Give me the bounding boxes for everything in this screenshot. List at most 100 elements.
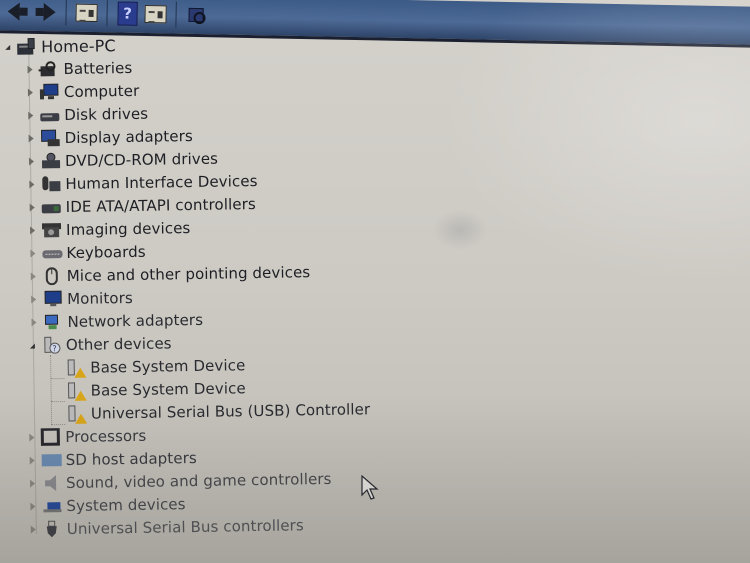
tree-item-label: System devices [66, 495, 186, 516]
warning-icon [74, 367, 87, 378]
expand-expander[interactable] [27, 225, 37, 235]
tree-item-label: Imaging devices [65, 219, 191, 239]
help-icon: ? [117, 1, 138, 26]
expand-expander[interactable] [26, 179, 36, 189]
expand-expander[interactable] [27, 248, 37, 258]
speaker-icon [41, 474, 61, 492]
tree-guide-line [50, 355, 53, 426]
tree-item-computer[interactable]: Computer [25, 80, 140, 104]
tree-item-label: Base System Device [90, 356, 246, 377]
forward-button[interactable] [34, 1, 56, 23]
tree-item-sound-video-and-game-controllers[interactable]: Sound, video and game controllers [27, 468, 332, 495]
warning-device-icon [65, 382, 87, 401]
tree-item-label: Home-PC [41, 35, 116, 56]
camera-icon [41, 221, 62, 239]
scan-for-hardware-changes-button[interactable] [185, 4, 207, 26]
warning-device-icon [66, 405, 88, 424]
tree-item-batteries[interactable]: Batteries [24, 57, 132, 81]
collapse-expander[interactable] [27, 340, 37, 350]
tree-root-home-pc[interactable]: Home-PC [2, 34, 116, 58]
warning-icon [74, 390, 87, 401]
tree-item-ide-ata-atapi-controllers[interactable]: IDE ATA/ATAPI controllers [27, 193, 256, 219]
tree-item-label: Universal Serial Bus controllers [66, 516, 304, 539]
warning-icon [74, 413, 88, 424]
tree-item-label: Keyboards [66, 242, 146, 262]
network-adapter-icon [42, 313, 62, 331]
tree-item-other-devices[interactable]: ? Other devices [27, 332, 172, 356]
expand-expander[interactable] [28, 524, 38, 534]
properties-button[interactable] [144, 3, 167, 25]
battery-icon [38, 60, 58, 78]
scan-hardware-icon [186, 6, 206, 24]
tree-item-monitors[interactable]: Monitors [28, 287, 133, 311]
warning-device-icon [65, 359, 87, 378]
tree-item-label: Monitors [67, 288, 133, 308]
expand-expander[interactable] [26, 432, 36, 442]
tree-item-base-system-device[interactable]: Base System Device [65, 377, 246, 402]
dvd-drive-icon [40, 152, 61, 170]
tree-item-base-system-device[interactable]: Base System Device [65, 354, 245, 379]
ide-controller-icon [41, 198, 61, 216]
tree-item-imaging-devices[interactable]: Imaging devices [27, 217, 191, 242]
disk-drive-icon [39, 106, 60, 124]
monitor-icon [42, 290, 62, 308]
sd-host-icon [41, 451, 62, 469]
expand-expander[interactable] [26, 156, 36, 166]
expand-expander[interactable] [26, 133, 36, 143]
tree-item-dvd-cd-rom-drives[interactable]: DVD/CD-ROM drives [26, 148, 218, 173]
processor-icon [40, 427, 60, 446]
tree-item-universal-serial-bus-controllers[interactable]: Universal Serial Bus controllers [28, 514, 304, 540]
tree-guide-line [50, 378, 65, 380]
keyboard-icon [41, 244, 63, 262]
show-hide-console-tree-button[interactable] [75, 2, 98, 24]
console-tree-icon [75, 3, 98, 23]
expand-expander[interactable] [28, 317, 38, 327]
expand-expander[interactable] [28, 294, 38, 304]
arrow-right-icon [35, 3, 56, 22]
tree-item-system-devices[interactable]: System devices [27, 493, 186, 517]
tree-item-label: DVD/CD-ROM drives [64, 149, 219, 170]
expand-expander[interactable] [27, 501, 37, 511]
expand-expander[interactable] [27, 202, 37, 212]
tree-item-label: Batteries [63, 58, 133, 79]
tree-item-label: Processors [65, 426, 147, 447]
tree-item-label: Other devices [65, 334, 172, 355]
device-manager-window: ? Home-PC Batteries Computer Disk drives… [0, 0, 750, 563]
mouse-cursor-icon [361, 475, 379, 500]
tree-item-label: Sound, video and game controllers [65, 469, 332, 493]
expand-expander[interactable] [27, 478, 37, 488]
tree-item-label: SD host adapters [65, 448, 197, 470]
tree-item-usb-controller[interactable]: Universal Serial Bus (USB) Controller [66, 398, 371, 425]
back-button[interactable] [6, 0, 28, 22]
collapse-expander[interactable] [2, 42, 12, 52]
computer-icon [16, 37, 36, 55]
tree-item-network-adapters[interactable]: Network adapters [28, 309, 203, 334]
expand-expander[interactable] [25, 87, 35, 97]
expand-expander[interactable] [28, 271, 38, 281]
svg-text:?: ? [52, 344, 56, 353]
usb-icon [42, 520, 62, 538]
tree-item-label: IDE ATA/ATAPI controllers [65, 195, 256, 216]
toolbar-separator [65, 0, 67, 26]
expand-expander[interactable] [25, 110, 35, 120]
tree-item-sd-host-adapters[interactable]: SD host adapters [27, 447, 197, 472]
toolbar-separator [175, 1, 177, 28]
tree-item-label: Disk drives [64, 104, 149, 124]
toolbar-separator [106, 0, 108, 27]
tree-item-display-adapters[interactable]: Display adapters [25, 125, 193, 150]
help-button[interactable]: ? [116, 1, 138, 26]
tree-item-label: Computer [63, 81, 140, 102]
tree-item-keyboards[interactable]: Keyboards [27, 241, 146, 265]
expand-expander[interactable] [24, 64, 34, 74]
computer-icon [39, 83, 59, 101]
tree-item-label: Base System Device [90, 379, 246, 400]
tree-item-label: Universal Serial Bus (USB) Controller [90, 400, 371, 423]
system-device-icon [41, 497, 62, 515]
tree-item-processors[interactable]: Processors [26, 425, 147, 449]
tree-item-mice-and-other-pointing-devices[interactable]: Mice and other pointing devices [28, 261, 311, 287]
expand-expander[interactable] [27, 455, 37, 465]
tree-guide-line [50, 401, 65, 403]
arrow-left-icon [7, 2, 28, 21]
tree-item-disk-drives[interactable]: Disk drives [25, 103, 148, 127]
tree-item-human-interface-devices[interactable]: Human Interface Devices [26, 170, 258, 196]
